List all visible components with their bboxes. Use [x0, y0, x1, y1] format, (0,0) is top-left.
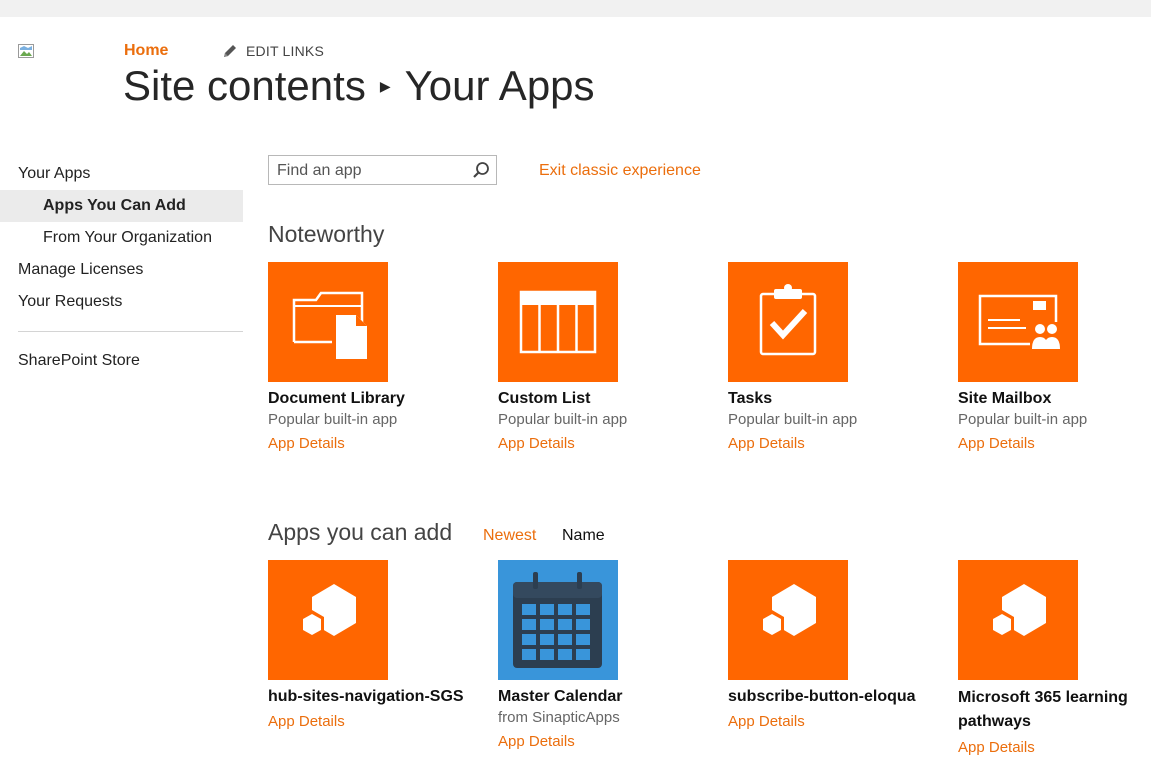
nav-divider — [18, 331, 243, 332]
left-navigation: Your Apps Apps You Can Add From Your Org… — [0, 158, 243, 377]
sort-newest-link[interactable]: Newest — [483, 527, 536, 545]
top-bar — [0, 0, 1151, 17]
app-tile-tasks: Tasks Popular built-in app App Details — [728, 262, 943, 454]
app-subtitle: from SinapticApps — [498, 709, 620, 726]
app-details-link[interactable]: App Details — [728, 712, 943, 732]
exit-classic-experience-link[interactable]: Exit classic experience — [539, 162, 701, 180]
nav-item-from-your-organization[interactable]: From Your Organization — [0, 222, 243, 254]
app-details-link[interactable]: App Details — [958, 434, 1151, 454]
nav-item-your-requests[interactable]: Your Requests — [0, 286, 243, 318]
page-title-your-apps: Your Apps — [404, 62, 595, 109]
edit-links-label: EDIT LINKS — [246, 43, 324, 59]
apps-you-can-add-heading: Apps you can add — [268, 519, 453, 545]
app-details-link[interactable]: App Details — [498, 732, 713, 752]
app-name[interactable]: Tasks — [728, 388, 943, 410]
app-cubes-icon[interactable] — [268, 560, 388, 680]
app-tile-m365-learning-pathways: Microsoft 365 learning pathways App Deta… — [958, 560, 1148, 758]
app-details-link[interactable]: App Details — [498, 434, 713, 454]
app-name[interactable]: subscribe-button-eloqua — [728, 686, 943, 708]
site-mailbox-icon[interactable] — [958, 262, 1078, 382]
app-name[interactable]: Site Mailbox — [958, 388, 1151, 410]
custom-list-icon[interactable] — [498, 262, 618, 382]
app-details-link[interactable]: App Details — [268, 434, 483, 454]
app-subtitle: Popular built-in app — [728, 411, 858, 428]
noteworthy-heading: Noteworthy — [268, 221, 385, 247]
page-title-site-contents: Site contents — [123, 62, 366, 109]
app-name[interactable]: hub-sites-navigation-SGS — [268, 686, 483, 708]
app-subtitle: Popular built-in app — [498, 411, 628, 428]
app-name[interactable]: Master Calendar — [498, 686, 713, 708]
site-logo-broken-image-icon[interactable] — [18, 44, 38, 62]
app-name[interactable]: Microsoft 365 learning pathways — [958, 686, 1148, 734]
app-tile-document-library: Document Library Popular built-in app Ap… — [268, 262, 483, 454]
app-tile-hub-sites-navigation: hub-sites-navigation-SGS App Details — [268, 560, 483, 732]
page-title: Site contents ▶ Your Apps — [123, 62, 595, 110]
tasks-icon[interactable] — [728, 262, 848, 382]
app-subtitle: Popular built-in app — [958, 411, 1088, 428]
nav-item-apps-you-can-add[interactable]: Apps You Can Add — [0, 190, 243, 222]
nav-item-sharepoint-store[interactable]: SharePoint Store — [0, 345, 243, 377]
pencil-icon — [224, 45, 236, 57]
breadcrumb-arrow-icon: ▶ — [379, 77, 391, 94]
app-details-link[interactable]: App Details — [958, 738, 1148, 758]
app-tile-custom-list: Custom List Popular built-in app App Det… — [498, 262, 713, 454]
search-icon[interactable] — [472, 161, 490, 179]
app-cubes-icon[interactable] — [728, 560, 848, 680]
breadcrumb-home-link[interactable]: Home — [124, 42, 168, 60]
app-name[interactable]: Document Library — [268, 388, 483, 410]
search-input[interactable] — [275, 157, 469, 185]
sort-name-link[interactable]: Name — [562, 527, 605, 545]
nav-item-manage-licenses[interactable]: Manage Licenses — [0, 254, 243, 286]
app-details-link[interactable]: App Details — [728, 434, 943, 454]
app-tile-site-mailbox: Site Mailbox Popular built-in app App De… — [958, 262, 1151, 454]
find-app-search-box — [268, 155, 497, 185]
app-tile-master-calendar: Master Calendar from SinapticApps App De… — [498, 560, 713, 752]
calendar-icon[interactable] — [498, 560, 618, 680]
app-subtitle: Popular built-in app — [268, 411, 398, 428]
app-tile-subscribe-button-eloqua: subscribe-button-eloqua App Details — [728, 560, 943, 732]
app-details-link[interactable]: App Details — [268, 712, 483, 732]
edit-links-button[interactable]: EDIT LINKS — [222, 43, 324, 59]
document-library-icon[interactable] — [268, 262, 388, 382]
app-cubes-icon[interactable] — [958, 560, 1078, 680]
nav-item-your-apps[interactable]: Your Apps — [0, 158, 243, 190]
app-name[interactable]: Custom List — [498, 388, 713, 410]
